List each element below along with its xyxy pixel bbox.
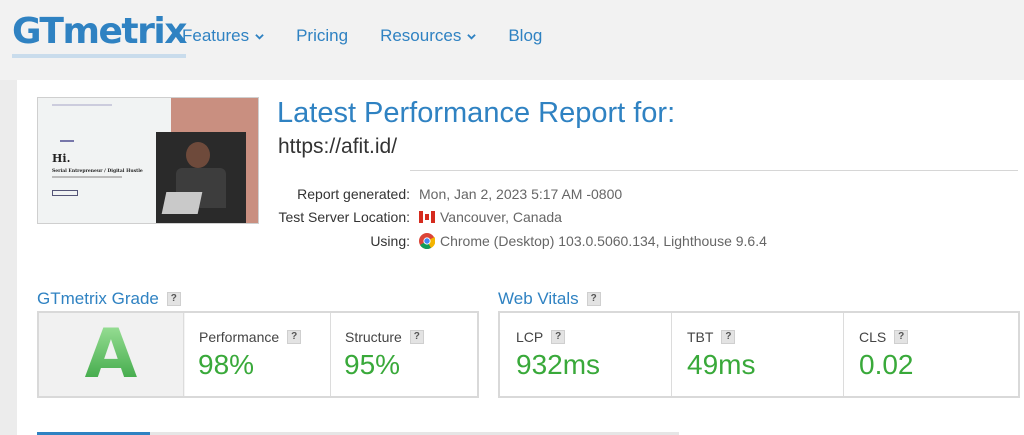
generated-value: Mon, Jan 2, 2023 5:17 AM -0800 [419,186,622,202]
lcp-value: 932ms [516,349,601,380]
page-screenshot-thumbnail[interactable]: Hi. Serial Entrepreneur / Digital Hustle [37,97,259,224]
structure-value: 95% [344,349,401,380]
using-text: Chrome (Desktop) 103.0.5060.134, Lightho… [440,233,767,249]
thumb-photo-head [186,142,210,168]
grade-section-title: GTmetrix Grade ? [37,289,181,309]
thumb-subheading: Serial Entrepreneur / Digital Hustle [52,169,143,174]
vitals-box: LCP ? 932ms TBT ? 49ms CLS ? 0.02 [498,311,1020,398]
nav-blog[interactable]: Blog [508,26,542,46]
thumb-photo [156,132,246,223]
gtmetrix-logo[interactable]: GTmetrix [12,11,187,58]
canada-flag-icon [419,211,435,223]
cls-cell: CLS ? 0.02 [844,313,1018,396]
chevron-down-icon [255,33,264,40]
info-row-location: Test Server Location: Vancouver, Canada [250,209,562,225]
performance-label: Performance [199,329,280,345]
tbt-value: 49ms [687,349,756,380]
using-label: Using: [370,233,410,249]
nav-resources[interactable]: Resources [380,26,477,46]
report-url: https://afit.id/ [278,135,398,158]
location-value: Vancouver, Canada [419,209,562,225]
nav-pricing[interactable]: Pricing [296,26,348,46]
info-row-generated: Report generated: Mon, Jan 2, 2023 5:17 … [250,186,622,202]
thumb-photo-laptop [161,192,203,214]
thumb-button [52,190,78,196]
tbt-label-row: TBT ? [687,329,736,345]
nav-features-label: Features [182,26,250,45]
nav-resources-label: Resources [380,26,462,45]
title-divider [410,170,1018,171]
tbt-cell: TBT ? 49ms [672,313,844,396]
structure-cell: Structure ? 95% [331,313,477,396]
logo-gt-text: GT [12,11,64,52]
grade-letter: A [84,314,138,394]
grade-cell: A [39,313,184,396]
thumb-menu-bar [52,104,112,106]
lcp-label-row: LCP ? [516,329,566,345]
structure-label: Structure [345,329,402,345]
tbt-help-icon[interactable]: ? [721,330,736,344]
nav-features[interactable]: Features [182,26,264,46]
chevron-down-icon [467,33,477,40]
lcp-help-icon[interactable]: ? [551,330,566,344]
performance-value: 98% [198,349,255,380]
thumb-welcome-line [60,140,74,142]
lcp-label: LCP [516,329,544,345]
report-title: Latest Performance Report for: [277,97,676,129]
performance-help-icon[interactable]: ? [287,330,302,344]
cls-label-row: CLS ? [859,329,909,345]
structure-label-row: Structure ? [345,329,424,345]
nav-pricing-label: Pricing [296,26,349,45]
site-header: GTmetrix Features Pricing Resources Blog [0,0,1024,73]
location-text: Vancouver, Canada [440,209,562,225]
nav-blog-label: Blog [508,26,543,45]
performance-cell: Performance ? 98% [185,313,331,396]
vitals-help-icon[interactable]: ? [586,292,601,306]
grade-title-text: GTmetrix Grade [37,289,159,308]
vitals-section-title: Web Vitals ? [498,289,601,309]
left-strip [0,80,17,435]
grade-box: A Performance ? 98% Structure ? 95% [37,311,479,398]
structure-help-icon[interactable]: ? [409,330,424,344]
location-label: Test Server Location: [278,209,410,225]
thumb-heading: Hi. [52,152,71,165]
info-row-using: Using: Chrome (Desktop) 103.0.5060.134, … [250,233,767,249]
cls-value: 0.02 [859,349,914,380]
generated-label: Report generated: [297,186,410,202]
using-value: Chrome (Desktop) 103.0.5060.134, Lightho… [419,233,767,249]
cls-label: CLS [859,329,887,345]
cls-help-icon[interactable]: ? [894,330,909,344]
chrome-icon [419,233,435,249]
grade-help-icon[interactable]: ? [166,292,181,306]
main-nav: Features Pricing Resources Blog [182,26,542,46]
logo-rest-text: metrix [62,11,187,52]
tbt-label: TBT [687,329,714,345]
generated-text: Mon, Jan 2, 2023 5:17 AM -0800 [419,186,623,202]
lcp-cell: LCP ? 932ms [500,313,672,396]
thumb-text-line [52,176,122,178]
performance-label-row: Performance ? [199,329,302,345]
vitals-title-text: Web Vitals [498,289,579,308]
